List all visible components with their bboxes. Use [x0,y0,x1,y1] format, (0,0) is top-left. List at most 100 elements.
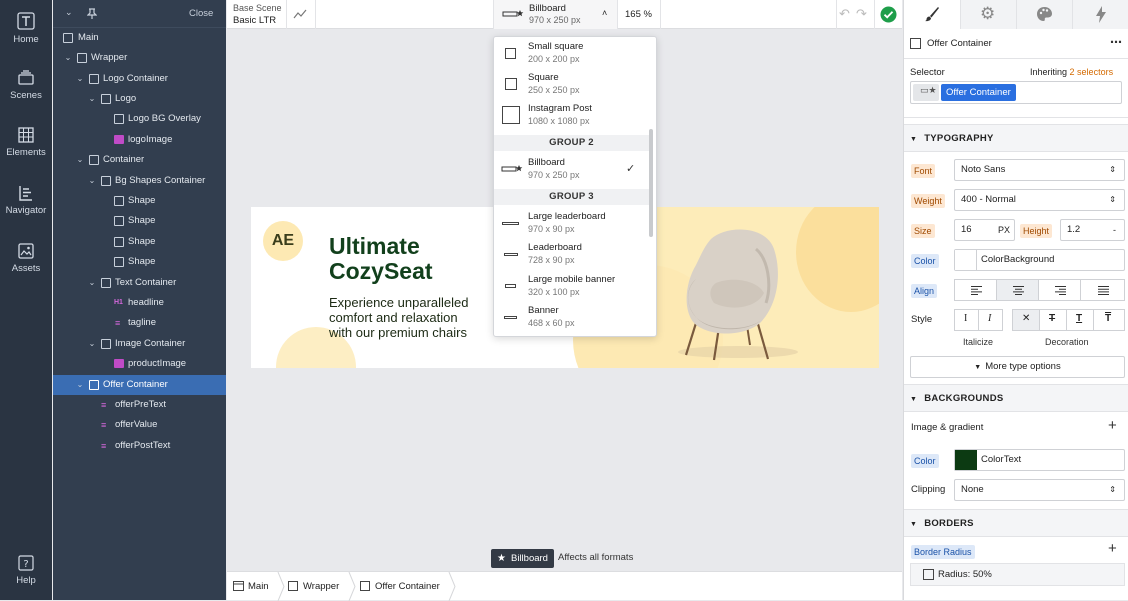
breadcrumb-main[interactable]: Main [233,572,269,601]
align-left-button[interactable] [954,279,997,301]
chevron-down-icon[interactable]: ⌄ [75,150,85,170]
selector-input[interactable]: ▭★ Offer Container [910,81,1122,104]
format-option-banner[interactable]: Banner 468 x 60 px [494,303,649,331]
align-right-button[interactable] [1038,279,1081,301]
nav-elements[interactable]: Elements [0,127,52,158]
layer-row-shape[interactable]: Shape [53,211,226,231]
chevron-down-icon[interactable]: ⌄ [87,89,97,109]
nav-home[interactable]: Home [0,12,52,45]
breadcrumb-offer-container[interactable]: Offer Container [360,572,440,601]
chevron-down-icon[interactable]: ⌄ [87,171,97,191]
updown-icon: ⇕ [1109,485,1116,494]
palette-icon [1037,7,1052,21]
chart-line-icon[interactable] [293,9,307,19]
add-icon[interactable]: + [1108,540,1117,557]
layer-row-offer-container[interactable]: ⌄ Offer Container [53,375,226,395]
scene-selector[interactable]: Basic LTR [233,15,276,26]
layers-header: ⌄ Close [53,0,226,28]
layer-row-product-image[interactable]: productImage [53,354,226,374]
align-center-button[interactable] [996,279,1039,301]
layer-row-shape[interactable]: Shape [53,252,226,272]
undo-icon[interactable]: ↶ [839,6,850,22]
layer-row-logo-bg-overlay[interactable]: Logo BG Overlay [53,109,226,129]
layer-row-offer-value[interactable]: ≡ offerValue [53,415,226,435]
layer-row-offer-post-text[interactable]: ≡ offerPostText [53,436,226,456]
chevron-down-icon[interactable]: ⌄ [87,273,97,293]
more-type-options-button[interactable]: ▼ More type options [910,356,1125,378]
layer-row-shape[interactable]: Shape [53,232,226,252]
layer-row-image-container[interactable]: ⌄ Image Container [53,334,226,354]
format-option-billboard[interactable]: Billboard 970 x 250 px ✓ [494,155,649,185]
chevron-down-icon[interactable]: ⌄ [87,334,97,354]
chevron-down-icon[interactable]: ⌄ [75,69,85,89]
layer-row-container[interactable]: ⌄ Container [53,150,226,170]
size-unit[interactable]: PX [998,220,1010,240]
format-option-small-square[interactable]: Small square 200 x 200 px [494,40,649,67]
overline-button[interactable]: T [1093,309,1125,331]
layer-row-logo-image[interactable]: logoImage [53,130,226,150]
collapse-all-icon[interactable]: ⌄ [65,7,73,18]
underline-button[interactable]: T [1066,309,1094,331]
selector-chip[interactable]: Offer Container [941,84,1016,101]
radius-item[interactable]: Radius: 50% [910,563,1125,586]
color-swatch[interactable] [955,250,977,270]
bg-color-swatch[interactable] [955,450,977,470]
italic-button[interactable]: I [978,309,1003,331]
tab-actions[interactable] [1072,0,1128,29]
line-height-input[interactable]: 1.2 - [1060,219,1125,241]
layer-row-offer-pre-text[interactable]: ≡ offerPreText [53,395,226,415]
format-option-large-leaderboard[interactable]: Large leaderboard 970 x 90 px [494,209,649,237]
font-select[interactable]: Noto Sans ⇕ [954,159,1125,181]
layer-row-main[interactable]: Main [53,28,226,48]
align-justify-button[interactable] [1080,279,1125,301]
layer-row-text-container[interactable]: ⌄ Text Container [53,273,226,293]
tab-style[interactable] [904,0,960,29]
decoration-none-button[interactable]: ✕ [1012,309,1040,331]
layer-row-shape[interactable]: Shape [53,191,226,211]
nav-navigator[interactable]: Navigator [0,185,52,216]
nav-help[interactable]: ? Help [0,555,52,586]
layer-row-wrapper[interactable]: ⌄ Wrapper [53,48,226,68]
format-selector[interactable]: Billboard 970 x 250 px ˄ [494,0,617,29]
container-icon [101,339,111,349]
layer-row-bg-shapes[interactable]: ⌄ Bg Shapes Container [53,171,226,191]
format-option-instagram-post[interactable]: Instagram Post 1080 x 1080 px [494,102,649,132]
italic-icon: I [988,313,992,324]
typography-section-header[interactable]: ▼ TYPOGRAPHY [904,124,1128,152]
breadcrumb-wrapper[interactable]: Wrapper [288,572,339,601]
size-input[interactable]: 16 PX [954,219,1015,241]
font-value: Noto Sans [961,164,1006,175]
layer-row-logo-container[interactable]: ⌄ Logo Container [53,69,226,89]
color-field[interactable]: ColorBackground [954,249,1125,271]
strikethrough-button[interactable]: T [1039,309,1067,331]
zoom-level[interactable]: 165 % [625,9,652,20]
radius-checkbox[interactable] [923,569,934,580]
check-circle-icon[interactable] [880,6,897,23]
chevron-down-icon[interactable]: ⌄ [75,375,85,395]
backgrounds-section-header[interactable]: ▼ BACKGROUNDS [904,384,1128,412]
layer-row-tagline[interactable]: ≡ tagline [53,313,226,333]
format-option-large-mobile-banner[interactable]: Large mobile banner 320 x 100 px [494,272,649,300]
more-icon[interactable]: ⋯ [1110,35,1122,49]
dropdown-scrollbar[interactable] [649,129,653,237]
redo-icon[interactable]: ↷ [856,6,867,22]
inheriting-info[interactable]: Inheriting 2 selectors [1030,67,1113,77]
add-icon[interactable]: + [1108,417,1117,434]
container-icon [101,94,111,104]
clipping-select[interactable]: None ⇕ [954,479,1125,501]
close-layers-button[interactable]: Close [189,8,213,19]
weight-select[interactable]: 400 - Normal ⇕ [954,189,1125,211]
nav-assets[interactable]: Assets [0,243,52,274]
tab-settings[interactable]: ⚙ [960,0,1016,29]
tab-theme[interactable] [1016,0,1072,29]
nav-scenes[interactable]: Scenes [0,70,52,101]
format-option-square[interactable]: Square 250 x 250 px [494,71,649,98]
layer-row-headline[interactable]: H1 headline [53,293,226,313]
chevron-down-icon[interactable]: ⌄ [63,48,73,68]
format-option-leaderboard[interactable]: Leaderboard 728 x 90 px [494,240,649,268]
layer-row-logo[interactable]: ⌄ Logo [53,89,226,109]
pin-icon[interactable] [87,8,97,19]
italic-off-button[interactable]: I [954,309,979,331]
bg-color-field[interactable]: ColorText [954,449,1125,471]
borders-section-header[interactable]: ▼ BORDERS [904,509,1128,537]
